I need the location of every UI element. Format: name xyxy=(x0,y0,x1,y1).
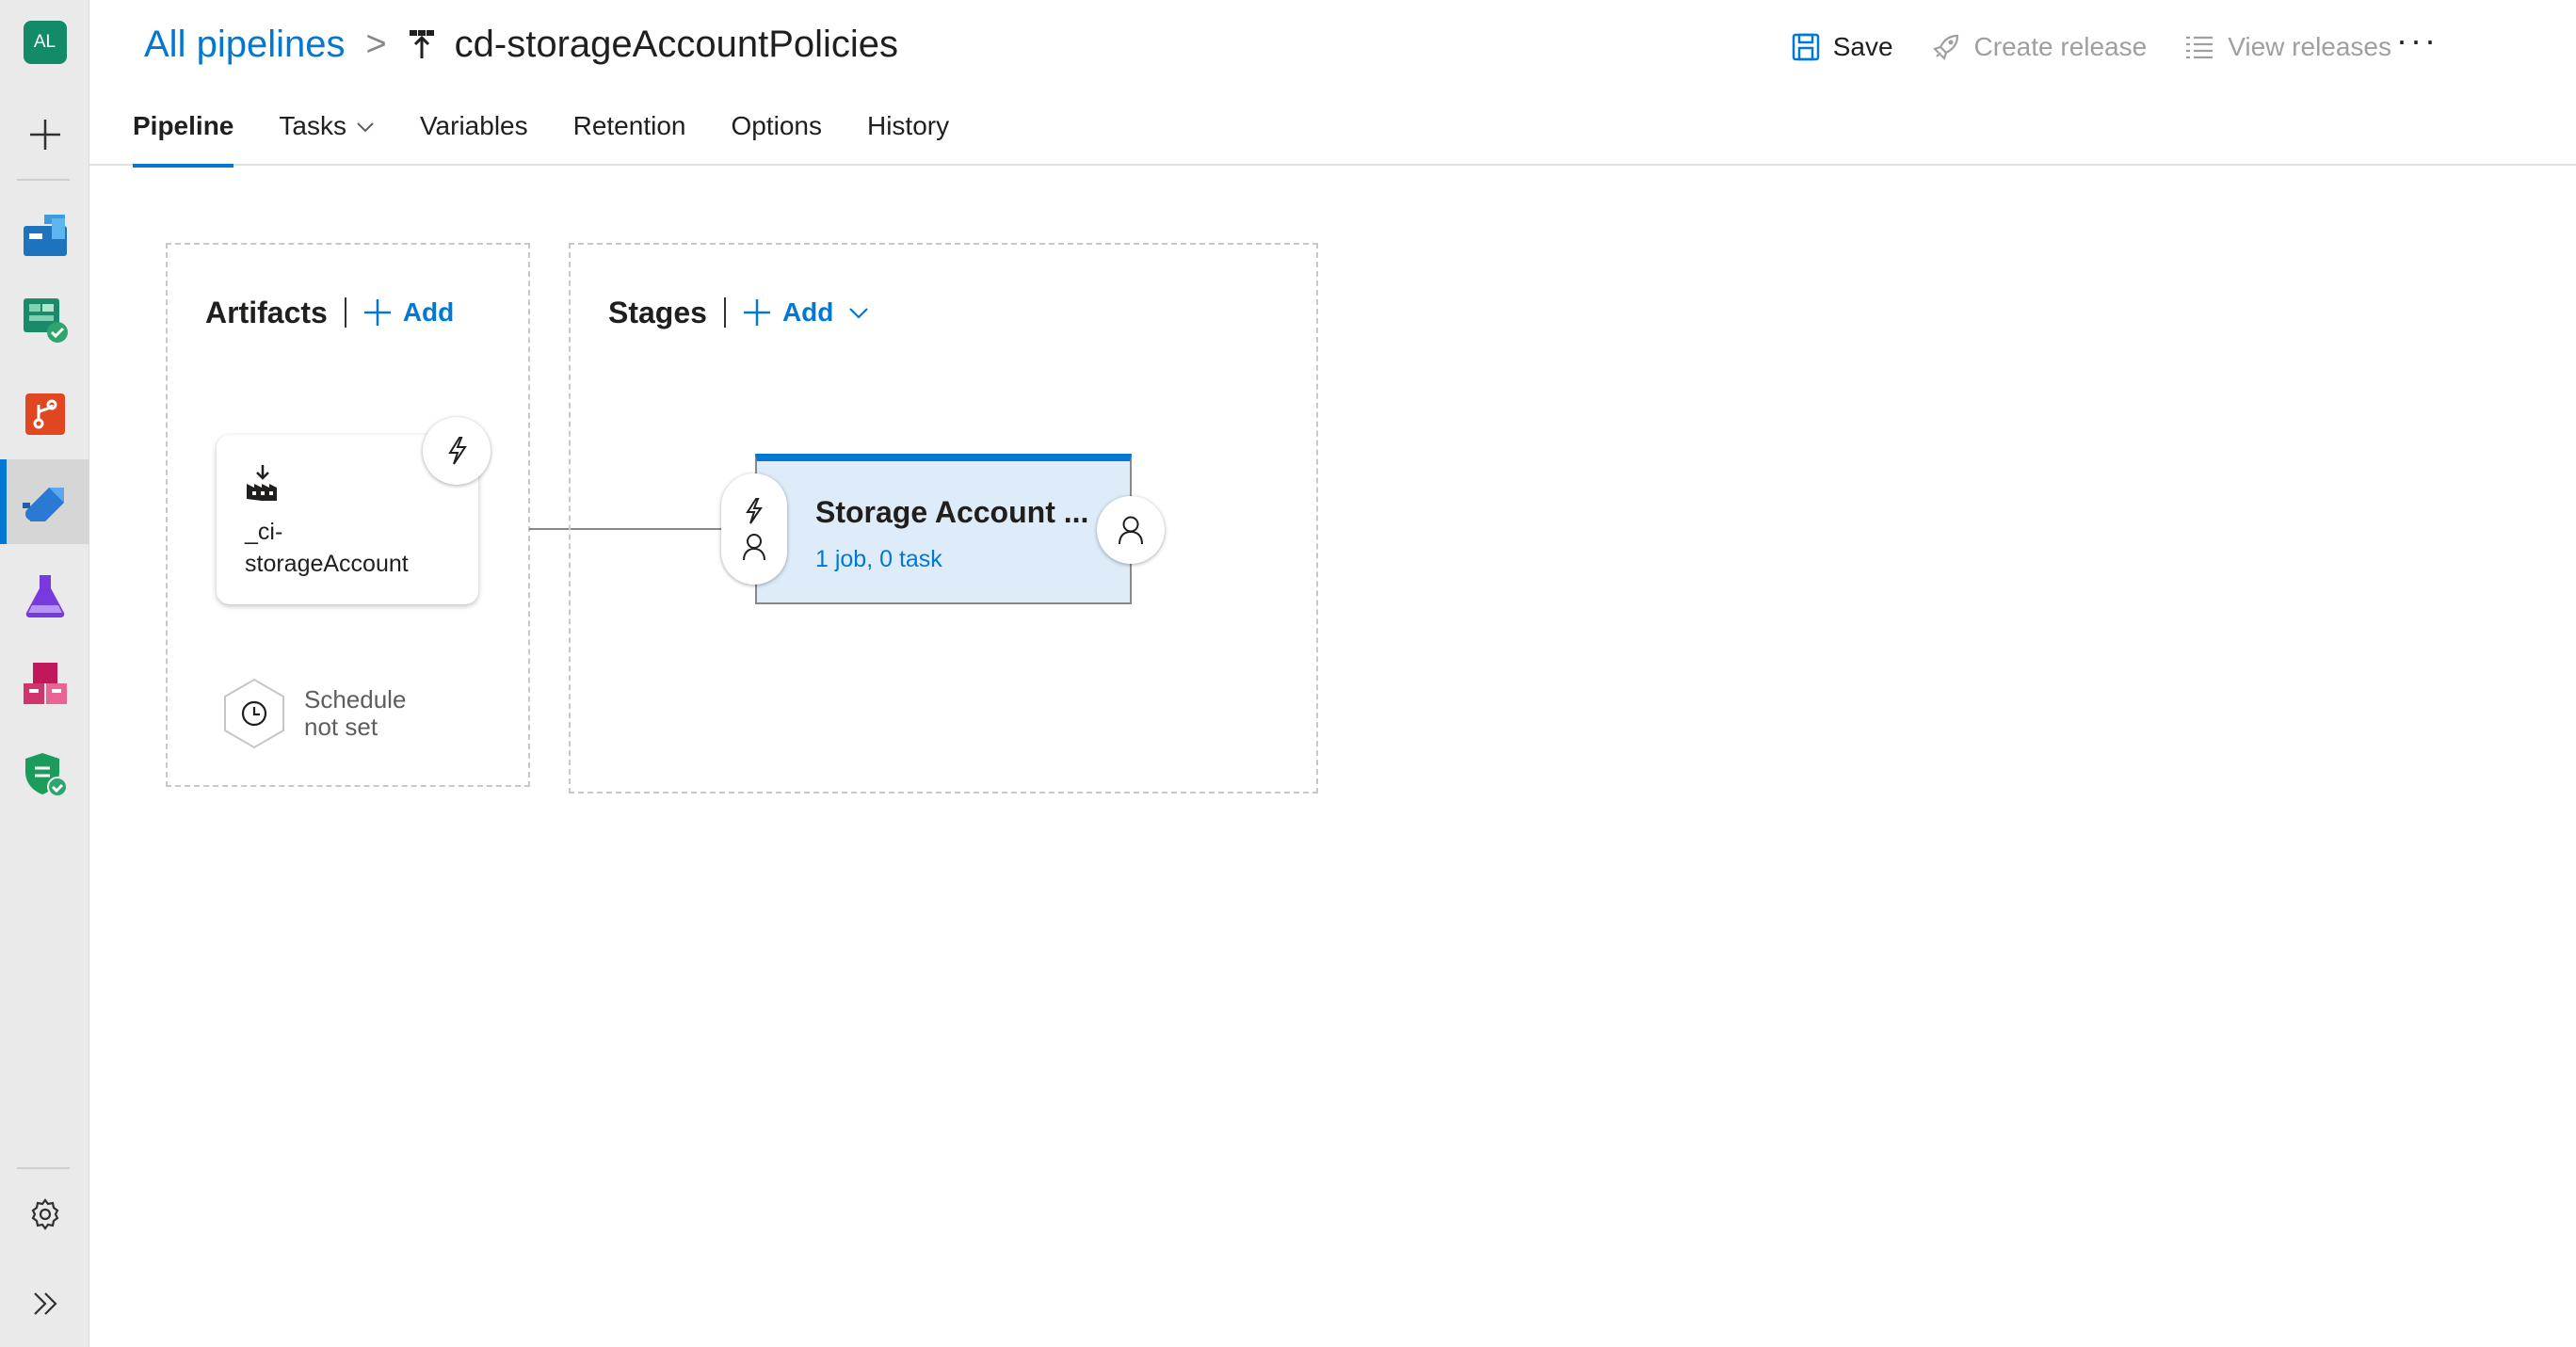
add-artifact-button[interactable]: Add xyxy=(363,297,454,328)
post-deployment-conditions-button[interactable] xyxy=(1097,496,1165,564)
tab-pipeline-label: Pipeline xyxy=(133,111,234,140)
tab-options-label: Options xyxy=(731,111,822,140)
pre-deployment-conditions-button[interactable] xyxy=(721,473,787,585)
schedule-trigger[interactable]: Schedule not set xyxy=(221,678,406,749)
rocket-icon xyxy=(1932,34,1958,61)
nav-test-plans[interactable] xyxy=(0,553,89,638)
artifact-name-line2: storageAccount xyxy=(245,551,409,577)
more-actions-button[interactable]: ··· xyxy=(2396,21,2439,60)
nav-repos[interactable] xyxy=(0,372,89,457)
view-releases-button[interactable]: View releases xyxy=(2184,32,2391,62)
repos-icon xyxy=(24,393,65,435)
schedule-line1: Schedule xyxy=(304,685,407,714)
tab-tasks[interactable]: Tasks xyxy=(279,102,375,164)
double-chevron-right-icon xyxy=(33,1292,57,1315)
schedule-line2: not set xyxy=(304,713,378,741)
release-pipeline-icon xyxy=(409,30,434,58)
tab-retention[interactable]: Retention xyxy=(573,102,686,164)
avatar: AL xyxy=(23,21,67,64)
tab-history-label: History xyxy=(866,111,950,140)
tab-options[interactable]: Options xyxy=(731,102,822,164)
artifacts-icon xyxy=(23,663,67,704)
add-stage-label: Add xyxy=(781,297,834,327)
user-avatar-button[interactable]: AL xyxy=(0,0,89,85)
chevron-down-icon xyxy=(849,308,869,319)
nav-security[interactable] xyxy=(0,732,89,817)
tab-variables-label: Variables xyxy=(419,111,528,140)
build-artifact-icon xyxy=(247,465,277,501)
artifacts-title: Artifacts xyxy=(205,295,328,329)
tab-tasks-label: Tasks xyxy=(279,111,346,140)
test-plans-check-icon xyxy=(23,298,68,343)
expand-rail-button[interactable] xyxy=(0,1261,89,1346)
page-title: cd-storageAccountPolicies xyxy=(454,23,899,65)
stage-name: Storage Account ... xyxy=(815,495,1089,529)
divider xyxy=(344,297,346,328)
clock-hexagon-icon xyxy=(224,678,284,749)
add-artifact-label: Add xyxy=(402,297,455,327)
boards-icon xyxy=(23,215,67,256)
tab-pipeline[interactable]: Pipeline xyxy=(133,102,234,168)
chevron-down-icon xyxy=(357,122,374,133)
schedule-status: Schedule not set xyxy=(304,686,406,741)
list-icon xyxy=(2186,36,2214,59)
breadcrumb-all-pipelines[interactable]: All pipelines xyxy=(144,24,345,66)
test-plans-icon xyxy=(25,575,64,617)
lightning-icon xyxy=(448,437,467,465)
settings-button[interactable] xyxy=(0,1172,89,1257)
nav-boards[interactable] xyxy=(0,193,89,278)
person-icon xyxy=(1119,516,1143,545)
stage-job-summary[interactable]: 1 job, 0 task xyxy=(815,546,942,573)
toolbar: Save Create release View releases xyxy=(1754,24,2391,70)
divider xyxy=(723,297,726,328)
plus-icon xyxy=(363,299,391,326)
stages-header: Stages Add xyxy=(608,294,880,331)
pipelines-icon xyxy=(22,488,64,521)
save-icon xyxy=(1792,33,1819,61)
save-label: Save xyxy=(1832,32,1893,61)
artifacts-header: Artifacts Add xyxy=(205,294,454,331)
continuous-deployment-trigger-button[interactable] xyxy=(423,417,491,485)
tab-variables[interactable]: Variables xyxy=(420,102,528,164)
breadcrumb: All pipelines > cd-storageAccountPolicie… xyxy=(144,19,898,70)
save-button[interactable]: Save xyxy=(1792,32,1893,62)
nav-boards-work[interactable] xyxy=(0,278,89,362)
add-stage-button[interactable]: Add xyxy=(743,297,880,328)
view-releases-label: View releases xyxy=(2228,32,2391,61)
create-release-button[interactable]: Create release xyxy=(1931,32,2148,62)
plus-icon xyxy=(743,299,770,326)
artifact-name: _ci- storageAccount xyxy=(245,516,452,580)
tab-retention-label: Retention xyxy=(572,111,686,140)
breadcrumb-separator: > xyxy=(365,24,387,64)
stage-card[interactable]: Storage Account ... 1 job, 0 task xyxy=(755,454,1132,604)
page-header: All pipelines > cd-storageAccountPolicie… xyxy=(89,0,2576,168)
tab-history[interactable]: History xyxy=(867,102,949,164)
plus-icon xyxy=(29,120,60,150)
lightning-icon xyxy=(746,498,763,524)
new-item-button[interactable] xyxy=(0,92,89,177)
left-nav-rail: AL xyxy=(0,0,89,1347)
nav-artifacts[interactable] xyxy=(0,642,89,727)
create-release-label: Create release xyxy=(1973,32,2148,61)
security-shield-icon xyxy=(24,753,68,797)
gear-icon xyxy=(31,1198,58,1230)
person-icon xyxy=(743,534,765,561)
nav-pipelines[interactable] xyxy=(0,459,89,544)
artifact-name-line1: _ci- xyxy=(245,519,283,545)
pipeline-tabs: Pipeline Tasks Variables Retention Optio… xyxy=(133,102,994,168)
stages-title: Stages xyxy=(608,295,707,329)
